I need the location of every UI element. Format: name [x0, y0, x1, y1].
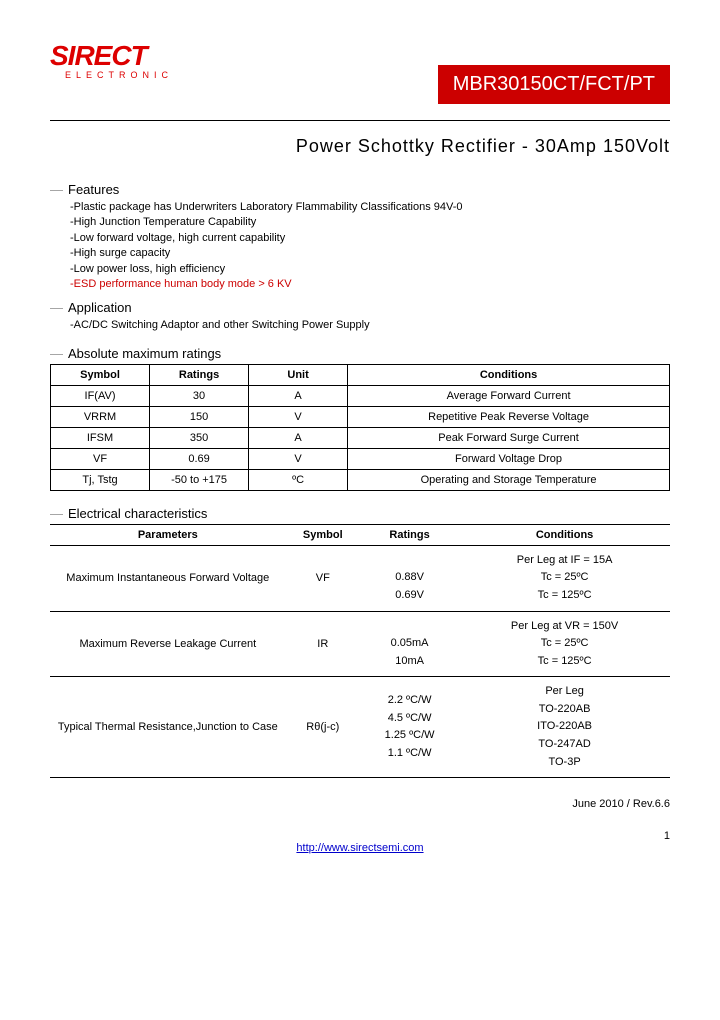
col-unit: Unit — [249, 364, 348, 385]
feature-item: -High Junction Temperature Capability — [70, 215, 670, 230]
page-number: 1 — [50, 830, 670, 842]
table-row: Maximum Reverse Leakage Current IR 0.05m… — [50, 611, 670, 677]
feature-item-esd: -ESD performance human body mode > 6 KV — [70, 277, 670, 292]
company-url[interactable]: http://www.sirectsemi.com — [50, 842, 670, 854]
col-ratings: Ratings — [360, 524, 459, 545]
table-row: VRRM150VRepetitive Peak Reverse Voltage — [51, 406, 670, 427]
datasheet-page: SIRECT ELECTRONIC MBR30150CT/FCT/PT Powe… — [0, 0, 720, 1020]
feature-item: -Plastic package has Underwriters Labora… — [70, 200, 670, 215]
abs-max-table: Symbol Ratings Unit Conditions IF(AV)30A… — [50, 364, 670, 491]
divider — [50, 120, 670, 121]
col-symbol: Symbol — [286, 524, 360, 545]
part-number-banner: MBR30150CT/FCT/PT — [438, 65, 670, 104]
table-row: Typical Thermal Resistance,Junction to C… — [50, 677, 670, 778]
table-row: Maximum Instantaneous Forward Voltage VF… — [50, 545, 670, 611]
col-ratings: Ratings — [150, 364, 249, 385]
elec-char-heading: —Electrical characteristics — [50, 506, 670, 521]
table-header-row: Parameters Symbol Ratings Conditions — [50, 524, 670, 545]
footer: June 2010 / Rev.6.6 1 http://www.sirects… — [50, 798, 670, 854]
features-list: -Plastic package has Underwriters Labora… — [70, 200, 670, 292]
revision-text: June 2010 / Rev.6.6 — [50, 798, 670, 810]
document-title: Power Schottky Rectifier - 30Amp 150Volt — [50, 136, 670, 157]
col-symbol: Symbol — [51, 364, 150, 385]
table-row: IFSM350APeak Forward Surge Current — [51, 427, 670, 448]
feature-item: -Low forward voltage, high current capab… — [70, 231, 670, 246]
col-conditions: Conditions — [348, 364, 670, 385]
abs-max-heading: —Absolute maximum ratings — [50, 346, 670, 361]
feature-item: -High surge capacity — [70, 246, 670, 261]
features-heading: —Features — [50, 182, 670, 197]
elec-char-table: Parameters Symbol Ratings Conditions Max… — [50, 524, 670, 779]
table-row: IF(AV)30AAverage Forward Current — [51, 385, 670, 406]
col-parameters: Parameters — [50, 524, 286, 545]
application-text: -AC/DC Switching Adaptor and other Switc… — [70, 318, 670, 333]
feature-item: -Low power loss, high efficiency — [70, 262, 670, 277]
col-conditions: Conditions — [459, 524, 670, 545]
table-row: VF0.69VForward Voltage Drop — [51, 448, 670, 469]
application-heading: —Application — [50, 300, 670, 315]
table-row: Tj, Tstg-50 to +175ºCOperating and Stora… — [51, 469, 670, 490]
table-header-row: Symbol Ratings Unit Conditions — [51, 364, 670, 385]
